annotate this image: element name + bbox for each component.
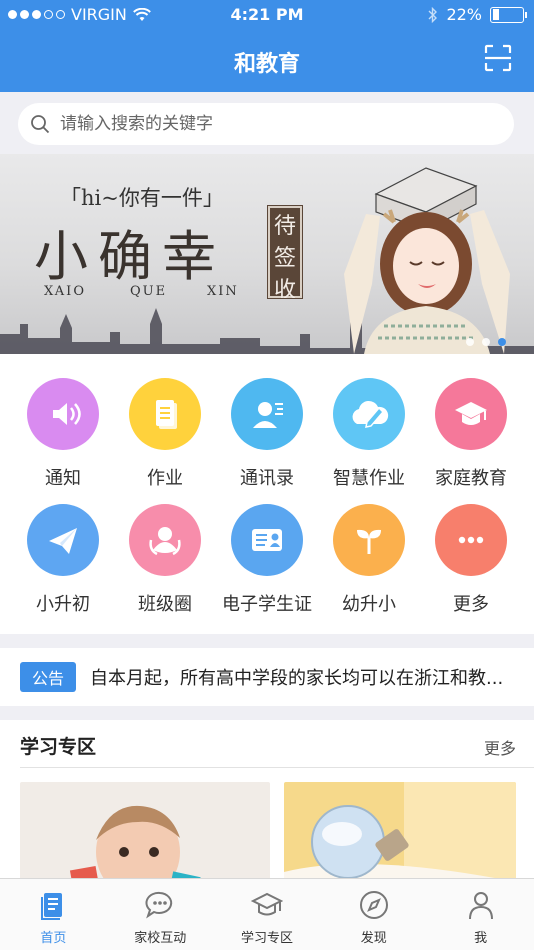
banner-carousel[interactable]: 「hi~你有一件」 小确幸 XAIO QUE XIN 待 签 收 xyxy=(0,154,534,354)
compass-icon xyxy=(358,889,390,921)
grid-item-label: 更多 xyxy=(453,594,489,615)
grid-item[interactable]: 智慧作业 xyxy=(318,378,420,490)
tab-item[interactable]: 家校互动 xyxy=(107,879,214,950)
banner-pinyin-3: XIN xyxy=(207,284,239,299)
study-section: 学习专区 更多 xyxy=(0,720,534,878)
grid-item-label: 小升初 xyxy=(36,594,90,615)
grid-item[interactable]: 通讯录 xyxy=(216,378,318,490)
banner-pinyin-2: QUE xyxy=(130,284,168,299)
pager-dot[interactable] xyxy=(482,338,490,346)
tab-label: 发现 xyxy=(360,931,387,946)
banner-pinyin-1: XAIO xyxy=(44,284,86,299)
battery-icon xyxy=(490,6,527,23)
grid-item[interactable]: 小升初 xyxy=(12,504,114,616)
page-title: 和教育 xyxy=(233,52,300,77)
stamp-char: 收 xyxy=(273,278,296,303)
baby-photo-image xyxy=(20,782,270,878)
notice-text[interactable]: 自本月起，所有高中学段的家长均可以在浙江和教... xyxy=(90,664,510,690)
banner-girl-image xyxy=(344,167,510,354)
banner-stamp: 待 签 收 xyxy=(267,205,303,303)
grid-item-label: 幼升小 xyxy=(342,594,396,615)
grid-item[interactable]: 电子学生证 xyxy=(216,504,318,616)
battery-percent: 22% xyxy=(446,5,482,24)
grid-item[interactable]: 家庭教育 xyxy=(420,378,522,490)
cloud-pen-icon xyxy=(333,378,405,450)
graduation-cap-icon xyxy=(250,889,284,921)
grid-item[interactable]: 班级圈 xyxy=(114,504,216,616)
contacts-icon xyxy=(231,378,303,450)
lightbulb-book-image xyxy=(284,782,516,878)
id-card-icon xyxy=(231,504,303,576)
bluetooth-icon xyxy=(428,6,438,23)
grid-item-label: 通知 xyxy=(45,468,81,489)
tab-label: 我 xyxy=(474,931,488,946)
search-bar[interactable] xyxy=(18,103,514,145)
chat-bubble-icon xyxy=(144,889,176,921)
class-circle-icon xyxy=(129,504,201,576)
study-more-link[interactable]: 更多 xyxy=(484,735,516,759)
feature-grid: 通知 作业 通讯录 智慧作业 家庭教育小升初 班级圈 电子学生证 幼升小 更多 xyxy=(0,354,534,634)
grid-item-label: 智慧作业 xyxy=(333,468,405,489)
pager-dot[interactable] xyxy=(498,338,506,346)
nav-bar: 和教育 xyxy=(0,30,534,92)
search-area xyxy=(0,92,534,154)
study-card[interactable] xyxy=(20,782,270,878)
scan-icon[interactable] xyxy=(484,44,512,72)
tab-item[interactable]: 首页 xyxy=(0,879,107,950)
banner-pager[interactable] xyxy=(466,338,506,346)
search-input[interactable] xyxy=(60,114,480,134)
grid-item-label: 电子学生证 xyxy=(222,594,312,615)
notice-tag: 公告 xyxy=(20,662,77,692)
notice-bar[interactable]: 公告 自本月起，所有高中学段的家长均可以在浙江和教... xyxy=(0,648,534,706)
grid-item[interactable]: 通知 xyxy=(12,378,114,490)
grid-item[interactable]: 作业 xyxy=(114,378,216,490)
home-doc-icon xyxy=(37,889,69,921)
search-icon xyxy=(31,115,50,134)
grid-item-label: 作业 xyxy=(147,468,183,489)
paper-plane-icon xyxy=(27,504,99,576)
grid-item[interactable]: 幼升小 xyxy=(318,504,420,616)
banner-tagline: 「hi~你有一件」 xyxy=(60,186,224,210)
graduation-cap-icon xyxy=(435,378,507,450)
tab-label: 家校互动 xyxy=(134,931,187,946)
tab-item[interactable]: 学习专区 xyxy=(214,879,321,950)
document-icon xyxy=(129,378,201,450)
banner-headline: 小确幸 xyxy=(34,225,226,288)
grid-item-label: 通讯录 xyxy=(240,468,294,489)
study-card[interactable] xyxy=(284,782,516,878)
tab-bar: 首页 家校互动 学习专区 发现 我 xyxy=(0,878,534,950)
tab-item[interactable]: 发现 xyxy=(320,879,427,950)
divider xyxy=(20,767,534,768)
study-section-title: 学习专区 xyxy=(20,736,97,758)
speaker-icon xyxy=(27,378,99,450)
person-icon xyxy=(465,889,497,921)
tab-item[interactable]: 我 xyxy=(427,879,534,950)
grid-item-label: 家庭教育 xyxy=(435,468,507,489)
status-right: 22% xyxy=(428,5,527,24)
tab-label: 首页 xyxy=(40,931,67,946)
stamp-char: 待 xyxy=(273,214,296,239)
pager-dot[interactable] xyxy=(466,338,474,346)
grid-item-label: 班级圈 xyxy=(138,594,192,615)
sprout-icon xyxy=(333,504,405,576)
more-icon xyxy=(435,504,507,576)
stamp-char: 签 xyxy=(273,246,296,271)
status-bar: VIRGIN 4:21 PM 22% xyxy=(0,0,534,30)
grid-item[interactable]: 更多 xyxy=(420,504,522,616)
tab-label: 学习专区 xyxy=(240,931,293,946)
